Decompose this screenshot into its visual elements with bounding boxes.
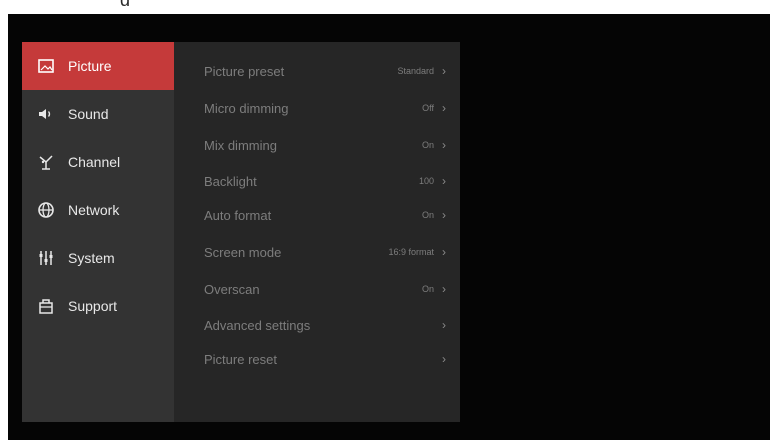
setting-row-mix-dimming[interactable]: Mix dimming On › [204, 130, 446, 160]
setting-label: Picture reset [204, 351, 277, 367]
setting-value: 16:9 format [388, 247, 434, 257]
support-icon [36, 296, 56, 316]
chevron-right-icon: › [442, 352, 446, 366]
settings-sidebar: Picture Sound Channel Network System Sup… [22, 42, 174, 422]
setting-value: On [421, 210, 434, 220]
picture-settings-panel: Picture preset Standard › Micro dimming O… [174, 42, 460, 422]
setting-row-overscan[interactable]: Overscan On › [204, 274, 446, 304]
sidebar-item-network[interactable]: Network [22, 186, 174, 234]
setting-row-micro-dimming[interactable]: Micro dimming Off › [204, 93, 446, 123]
setting-row-auto-format[interactable]: Auto format On › [204, 200, 446, 230]
setting-row-screen-mode[interactable]: Screen mode 16:9 format › [204, 237, 446, 267]
chevron-right-icon: › [442, 245, 446, 259]
sidebar-item-label: Support [68, 298, 118, 314]
chevron-right-icon: › [442, 318, 446, 332]
chevron-right-icon: › [442, 138, 446, 152]
chevron-right-icon: › [442, 282, 446, 296]
setting-label: Screen mode [204, 244, 282, 260]
setting-value: 100 [418, 176, 434, 186]
setting-value: On [421, 140, 434, 150]
sliders-icon [36, 248, 56, 268]
sidebar-item-sound[interactable]: Sound [22, 90, 174, 138]
sidebar-item-label: System [68, 250, 115, 266]
chevron-right-icon: › [442, 208, 446, 222]
sidebar-item-label: Sound [68, 106, 109, 122]
chevron-right-icon: › [442, 101, 446, 115]
chevron-right-icon: › [442, 174, 446, 188]
setting-row-picture-reset[interactable]: Picture reset › [204, 344, 446, 374]
setting-label: Auto format [204, 207, 272, 223]
setting-label: Overscan [204, 281, 260, 297]
sidebar-item-label: Picture [68, 58, 112, 74]
setting-label: Backlight [204, 173, 257, 189]
title-fragment: g [120, 0, 138, 6]
settings-menu: Picture Sound Channel Network System Sup… [22, 42, 460, 422]
antenna-icon [36, 152, 56, 172]
picture-icon [36, 56, 56, 76]
setting-label: Micro dimming [204, 100, 289, 116]
sidebar-item-support[interactable]: Support [22, 282, 174, 330]
setting-label: Picture preset [204, 63, 285, 79]
top-strip [0, 0, 770, 14]
sidebar-item-label: Network [68, 202, 120, 218]
setting-row-picture-preset[interactable]: Picture preset Standard › [204, 56, 446, 86]
setting-row-backlight[interactable]: Backlight 100 › [204, 166, 446, 196]
setting-label: Advanced settings [204, 317, 311, 333]
setting-value: Off [422, 103, 434, 113]
sidebar-item-channel[interactable]: Channel [22, 138, 174, 186]
setting-row-advanced-settings[interactable]: Advanced settings › [204, 310, 446, 340]
speaker-icon [36, 104, 56, 124]
sidebar-item-picture[interactable]: Picture [22, 42, 174, 90]
setting-label: Mix dimming [204, 137, 277, 153]
setting-value: On [421, 284, 434, 294]
sidebar-item-label: Channel [68, 154, 121, 170]
sidebar-item-system[interactable]: System [22, 234, 174, 282]
globe-icon [36, 200, 56, 220]
chevron-right-icon: › [442, 64, 446, 78]
setting-value: Standard [397, 66, 434, 76]
